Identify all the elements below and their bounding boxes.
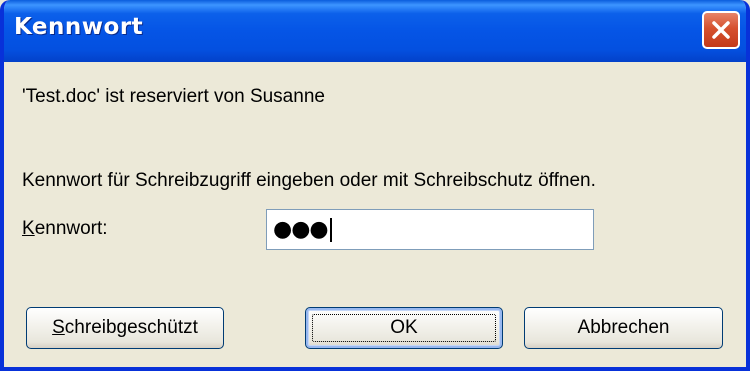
password-label-accelerator: K: [22, 218, 35, 239]
title-bar[interactable]: Kennwort: [4, 0, 746, 62]
ok-label: OK: [390, 317, 418, 338]
reserved-message: 'Test.doc' ist reserviert von Susanne: [22, 86, 325, 107]
text-caret: [329, 217, 332, 242]
cancel-button[interactable]: Abbrechen: [524, 307, 723, 349]
instruction-message: Kennwort für Schreibzugriff eingeben ode…: [22, 170, 596, 191]
dialog-body: 'Test.doc' ist reserviert von Susanne Ke…: [4, 62, 746, 367]
password-dialog: Kennwort 'Test.doc' ist reserviert von S…: [0, 0, 750, 371]
password-label-text: ennwort:: [34, 218, 108, 239]
ok-button[interactable]: OK: [305, 307, 503, 349]
read-only-label: chreibgeschützt: [64, 317, 198, 338]
password-input[interactable]: ●●●: [266, 209, 594, 250]
close-icon: [712, 21, 730, 39]
password-label: Kennwort:: [22, 218, 108, 240]
read-only-button[interactable]: Schreibgeschützt: [26, 307, 224, 349]
password-masked-value: ●●●: [273, 216, 329, 242]
cancel-label: Abbrechen: [577, 317, 670, 338]
close-button[interactable]: [702, 11, 740, 49]
dialog-title: Kennwort: [14, 14, 144, 40]
read-only-accelerator: S: [52, 317, 65, 338]
